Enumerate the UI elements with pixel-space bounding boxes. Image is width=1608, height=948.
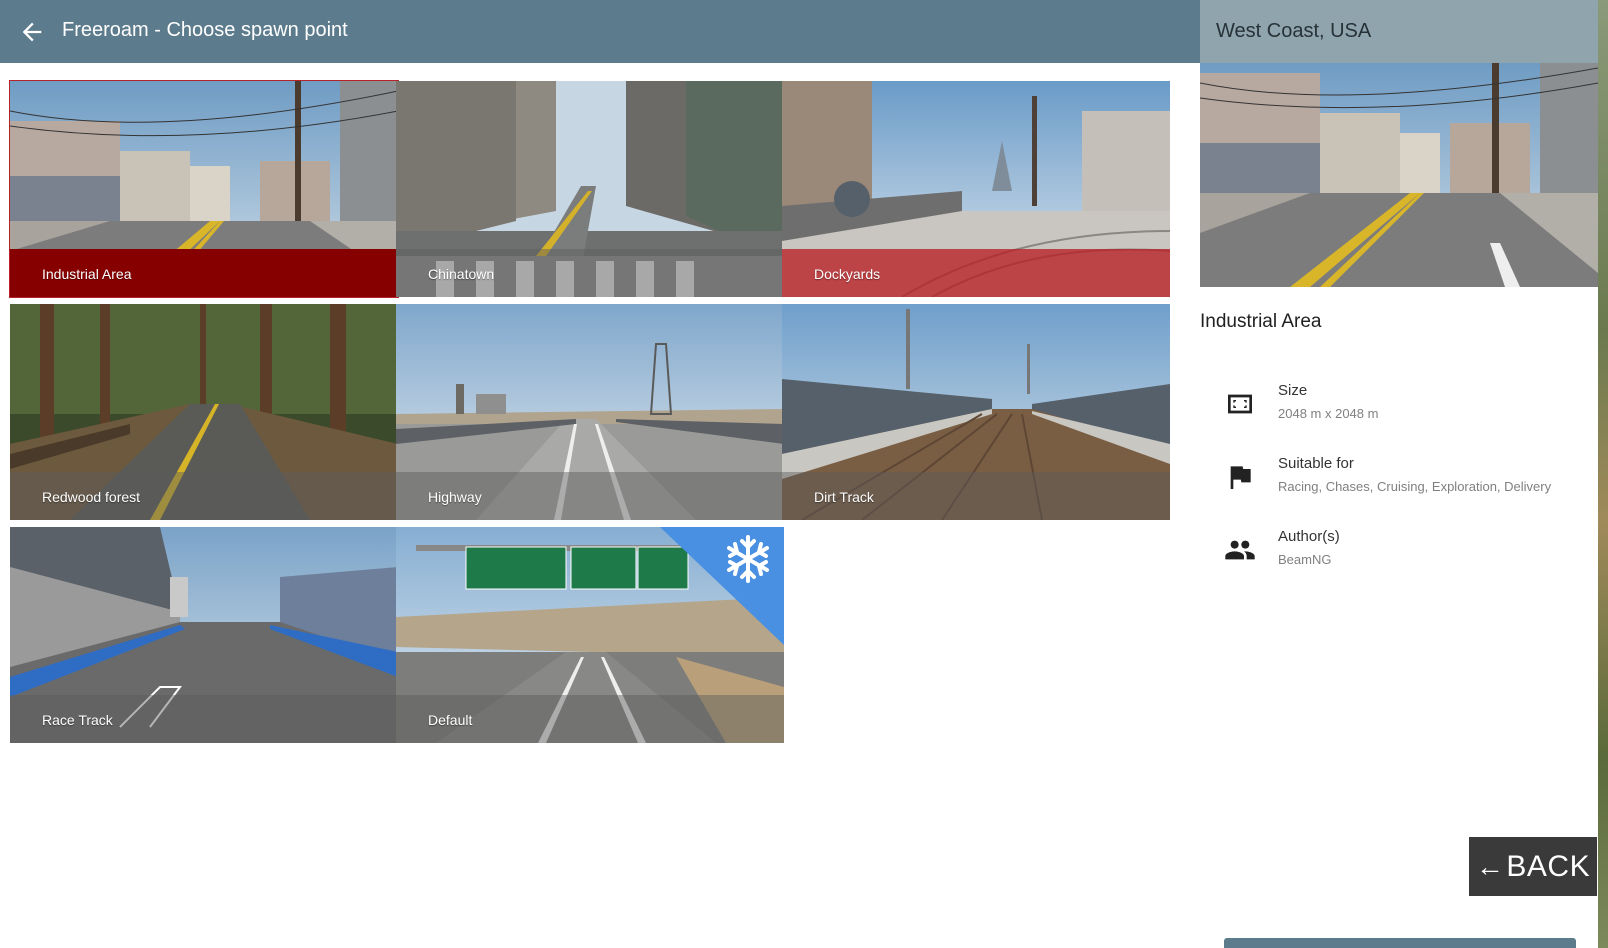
region-name: West Coast, USA: [1216, 20, 1372, 42]
back-arrow-icon[interactable]: [18, 18, 46, 46]
back-arrow-icon: ←: [1475, 850, 1505, 882]
selected-preview-image: [1200, 63, 1598, 287]
selected-spawn-name: Industrial Area: [1200, 311, 1322, 332]
spawn-tile-redwood-forest[interactable]: Redwood forest: [10, 304, 398, 520]
tile-label: Chinatown: [428, 266, 495, 282]
panel-action-bar[interactable]: [1224, 938, 1576, 948]
back-button-label: BACK: [1506, 849, 1591, 883]
flag-icon: [1230, 466, 1251, 489]
info-title: Author(s): [1278, 528, 1340, 545]
back-button[interactable]: ← BACK: [1469, 837, 1597, 896]
info-title: Suitable for: [1278, 455, 1354, 472]
info-authors: Author(s) BeamNG: [1224, 528, 1594, 578]
page-title: Freeroam - Choose spawn point: [62, 19, 348, 41]
spawn-tile-chinatown[interactable]: Chinatown: [396, 81, 784, 297]
background-scenery-strip: [1598, 0, 1608, 948]
size-frame-icon: [1228, 394, 1252, 414]
spawn-point-grid: Industrial Area Chinatown Dockyards Redw…: [9, 80, 1192, 743]
tile-label: Race Track: [42, 712, 113, 728]
region-header: West Coast, USA: [1200, 0, 1598, 63]
info-suitable-for: Suitable for Racing, Chases, Cruising, E…: [1224, 455, 1594, 505]
tile-label: Dockyards: [814, 266, 881, 282]
top-bar: Freeroam - Choose spawn point: [0, 0, 1200, 63]
spawn-tile-dirt-track[interactable]: Dirt Track: [782, 304, 1170, 520]
people-icon: [1225, 540, 1255, 560]
spawn-tile-race-track[interactable]: Race Track: [10, 527, 398, 743]
spawn-tile-highway[interactable]: Highway: [396, 304, 784, 520]
details-panel: West Coast, USA Industrial Area Size 204…: [1200, 0, 1598, 948]
info-value: 2048 m x 2048 m: [1278, 406, 1379, 421]
tile-label: Default: [428, 712, 473, 728]
tile-label: Highway: [428, 489, 482, 505]
info-value: BeamNG: [1278, 552, 1332, 567]
spawn-tile-default[interactable]: Default: [396, 527, 784, 743]
info-size: Size 2048 m x 2048 m: [1224, 382, 1594, 432]
spawn-tile-industrial-area[interactable]: Industrial Area: [9, 80, 399, 298]
snowflake-icon: [660, 527, 784, 645]
info-title: Size: [1278, 382, 1308, 399]
spawn-tile-dockyards[interactable]: Dockyards: [782, 81, 1170, 297]
info-value: Racing, Chases, Cruising, Exploration, D…: [1278, 479, 1552, 494]
tile-label: Redwood forest: [42, 489, 141, 505]
tile-label: Industrial Area: [42, 266, 132, 282]
tile-label: Dirt Track: [814, 489, 874, 505]
